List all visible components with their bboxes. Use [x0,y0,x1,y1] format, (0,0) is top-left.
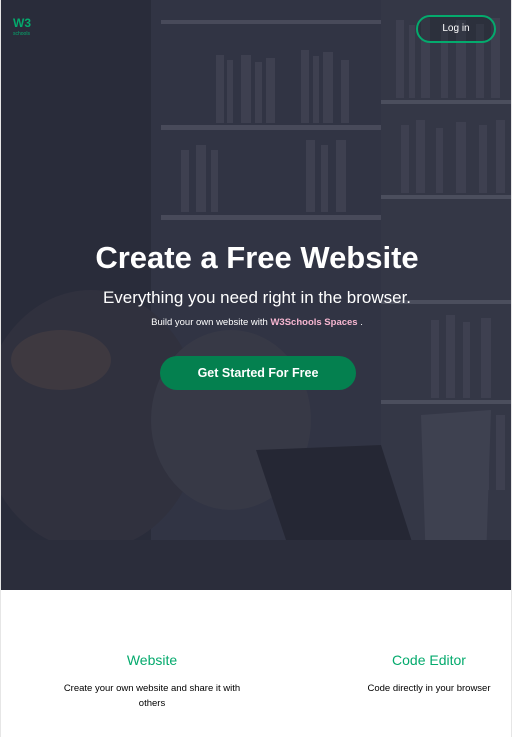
hero-section: W3 schools Log in Create a Free Website … [1,0,511,590]
hero-subtitle: Everything you need right in the browser… [102,288,412,307]
feature-code-editor-title: Code Editor [392,652,466,668]
hero-tagline: Build your own website with W3Schools Sp… [1,317,511,328]
page: W3 schools Log in Create a Free Website … [0,0,512,737]
svg-text:schools: schools [13,31,30,37]
hero-title: Create a Free Website [95,240,419,275]
w3schools-logo[interactable]: W3 schools [12,14,36,38]
feature-website-title: Website [126,652,178,668]
feature-website-description: Create your own website and share it wit… [63,683,241,709]
tagline-suffix: . [360,317,363,328]
spaces-link[interactable]: W3Schools Spaces [270,317,357,328]
feature-code-editor-description: Code directly in your browser [367,683,491,694]
tagline-prefix: Build your own website with [151,317,268,328]
get-started-button[interactable]: Get Started For Free [160,356,356,390]
login-button[interactable]: Log in [416,15,496,43]
svg-text:W3: W3 [13,16,31,30]
